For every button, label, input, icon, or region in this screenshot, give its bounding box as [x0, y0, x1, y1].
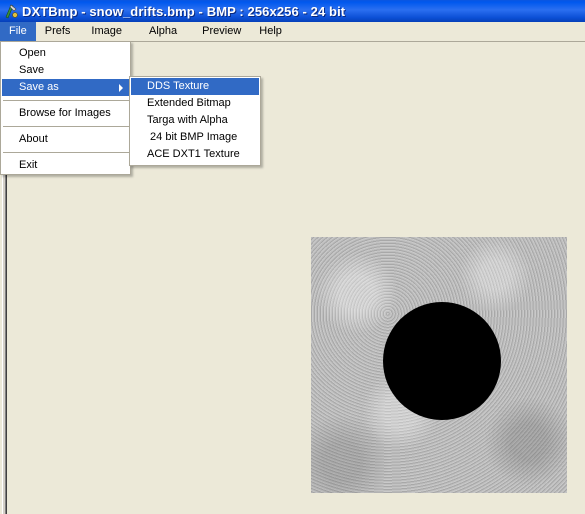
black-circle-shape: [383, 302, 501, 420]
file-menu-exit[interactable]: Exit: [2, 157, 130, 174]
submenu-targa-with-alpha[interactable]: Targa with Alpha: [131, 112, 259, 129]
file-menu-save-as[interactable]: Save as: [2, 79, 130, 96]
menu-bar: File Prefs Image Alpha Preview Help: [0, 22, 585, 41]
menu-image[interactable]: Image: [79, 22, 135, 41]
menu-preview[interactable]: Preview: [191, 22, 252, 41]
menu-alpha[interactable]: Alpha: [135, 22, 191, 41]
menu-separator: [3, 100, 129, 101]
title-bar: DXTBmp - snow_drifts.bmp - BMP : 256x256…: [0, 0, 585, 22]
submenu-extended-bitmap[interactable]: Extended Bitmap: [131, 95, 259, 112]
submenu-arrow-icon: [119, 84, 123, 92]
save-as-submenu: DDS Texture Extended Bitmap Targa with A…: [129, 76, 261, 166]
file-dropdown-menu: Open Save Save as Browse for Images Abou…: [0, 41, 131, 175]
file-menu-save-as-label: Save as: [19, 81, 59, 93]
submenu-24bit-bmp[interactable]: 24 bit BMP Image: [131, 129, 259, 146]
window-title: DXTBmp - snow_drifts.bmp - BMP : 256x256…: [22, 3, 346, 19]
submenu-ace-dxt1[interactable]: ACE DXT1 Texture: [131, 146, 259, 163]
file-menu-browse[interactable]: Browse for Images: [2, 105, 130, 122]
file-menu-about[interactable]: About: [2, 131, 130, 148]
menu-separator: [3, 126, 129, 127]
menu-prefs[interactable]: Prefs: [36, 22, 80, 41]
file-menu-save[interactable]: Save: [2, 62, 130, 79]
menu-separator: [3, 152, 129, 153]
file-menu-open[interactable]: Open: [2, 45, 130, 62]
app-icon: [4, 3, 18, 19]
menu-help[interactable]: Help: [252, 22, 289, 41]
menu-file[interactable]: File: [0, 22, 36, 41]
submenu-dds-texture[interactable]: DDS Texture: [131, 78, 259, 95]
